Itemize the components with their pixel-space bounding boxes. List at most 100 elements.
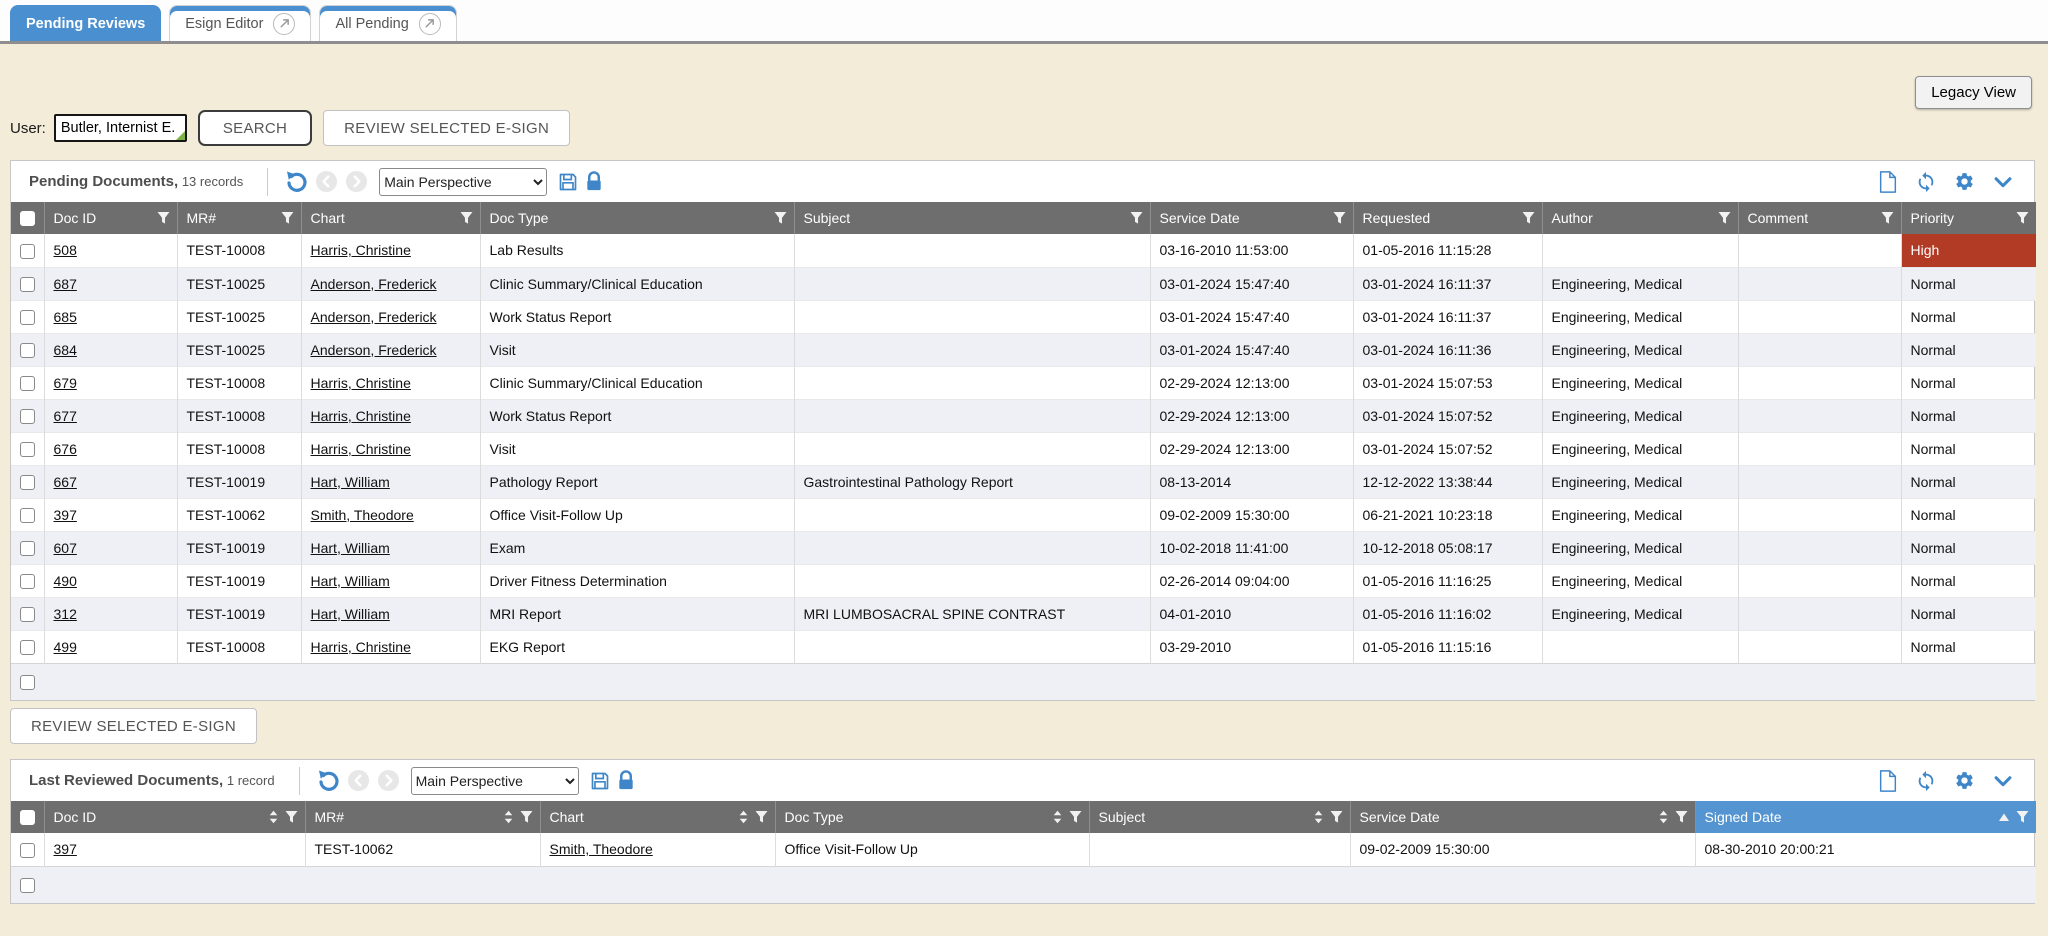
row-checkbox[interactable] <box>20 376 35 391</box>
sort-icon[interactable] <box>504 811 513 824</box>
chart-link[interactable]: Harris, Christine <box>311 639 411 655</box>
filter-icon[interactable] <box>1675 811 1688 824</box>
collapse-icon[interactable] <box>1992 171 2014 193</box>
chart-link[interactable]: Hart, William <box>311 540 390 556</box>
row-checkbox[interactable] <box>20 574 35 589</box>
search-button[interactable]: SEARCH <box>198 110 312 146</box>
sort-icon[interactable] <box>1053 811 1062 824</box>
filter-icon[interactable] <box>1330 811 1343 824</box>
prev-page-icon[interactable] <box>347 769 370 792</box>
sort-asc-icon[interactable] <box>1999 813 2009 821</box>
next-page-icon[interactable] <box>377 769 400 792</box>
filter-icon[interactable] <box>1718 212 1731 225</box>
doc_id-link[interactable]: 397 <box>54 841 77 857</box>
perspective-select[interactable]: Main Perspective <box>411 767 579 795</box>
filter-icon[interactable] <box>774 212 787 225</box>
doc_id-link[interactable]: 499 <box>54 639 77 655</box>
row-checkbox[interactable] <box>20 244 35 259</box>
gear-icon[interactable] <box>1954 770 1975 792</box>
filter-icon[interactable] <box>1130 212 1143 225</box>
doc_id-link[interactable]: 312 <box>54 606 77 622</box>
user-input[interactable] <box>54 114 187 142</box>
doc_id-link[interactable]: 685 <box>54 309 77 325</box>
doc_id-link[interactable]: 687 <box>54 276 77 292</box>
doc_id-link[interactable]: 508 <box>54 242 77 258</box>
filter-icon[interactable] <box>2016 811 2029 824</box>
row-checkbox[interactable] <box>20 343 35 358</box>
column-header-mr[interactable]: MR# <box>305 801 540 833</box>
select-all-checkbox[interactable] <box>20 810 35 825</box>
tab-all-pending[interactable]: All Pending <box>319 5 456 41</box>
filter-icon[interactable] <box>755 811 768 824</box>
column-header-chart[interactable]: Chart <box>540 801 775 833</box>
legacy-view-button[interactable]: Legacy View <box>1915 76 2032 109</box>
column-header-doc_type[interactable]: Doc Type <box>775 801 1089 833</box>
chart-link[interactable]: Anderson, Frederick <box>311 276 437 292</box>
column-header-subject[interactable]: Subject <box>1089 801 1350 833</box>
filter-icon[interactable] <box>2016 212 2029 225</box>
sort-icon[interactable] <box>269 811 278 824</box>
row-checkbox[interactable] <box>20 442 35 457</box>
open-in-new-icon[interactable] <box>419 13 441 35</box>
filter-icon[interactable] <box>460 212 473 225</box>
doc_id-link[interactable]: 490 <box>54 573 77 589</box>
review-selected-esign-button-top[interactable]: REVIEW SELECTED E-SIGN <box>323 110 570 146</box>
filter-icon[interactable] <box>281 212 294 225</box>
chart-link[interactable]: Smith, Theodore <box>550 841 653 857</box>
filter-icon[interactable] <box>157 212 170 225</box>
lock-icon[interactable] <box>617 770 635 791</box>
refresh-icon[interactable] <box>1915 171 1937 193</box>
save-icon[interactable] <box>590 771 610 791</box>
filter-icon[interactable] <box>1881 212 1894 225</box>
tab-esign-editor[interactable]: Esign Editor <box>169 5 311 41</box>
new-document-icon[interactable] <box>1878 770 1898 792</box>
row-checkbox[interactable] <box>20 310 35 325</box>
undo-icon[interactable] <box>316 769 340 793</box>
chart-link[interactable]: Harris, Christine <box>311 375 411 391</box>
chart-link[interactable]: Hart, William <box>311 474 390 490</box>
row-checkbox[interactable] <box>20 640 35 655</box>
row-checkbox[interactable] <box>20 409 35 424</box>
row-checkbox[interactable] <box>20 675 35 690</box>
prev-page-icon[interactable] <box>315 170 338 193</box>
sort-icon[interactable] <box>1314 811 1323 824</box>
save-icon[interactable] <box>558 172 578 192</box>
chart-link[interactable]: Hart, William <box>311 606 390 622</box>
tab-pending-reviews[interactable]: Pending Reviews <box>10 5 161 41</box>
refresh-icon[interactable] <box>1915 770 1937 792</box>
doc_id-link[interactable]: 679 <box>54 375 77 391</box>
doc_id-link[interactable]: 677 <box>54 408 77 424</box>
row-checkbox[interactable] <box>20 878 35 893</box>
chart-link[interactable]: Anderson, Frederick <box>311 309 437 325</box>
filter-icon[interactable] <box>1333 212 1346 225</box>
row-checkbox[interactable] <box>20 277 35 292</box>
row-checkbox[interactable] <box>20 508 35 523</box>
chart-link[interactable]: Harris, Christine <box>311 242 411 258</box>
doc_id-link[interactable]: 607 <box>54 540 77 556</box>
filter-icon[interactable] <box>520 811 533 824</box>
doc_id-link[interactable]: 667 <box>54 474 77 490</box>
column-header-doc_id[interactable]: Doc ID <box>44 801 305 833</box>
lock-icon[interactable] <box>585 171 603 192</box>
review-selected-esign-button-bottom[interactable]: REVIEW SELECTED E-SIGN <box>10 708 257 744</box>
undo-icon[interactable] <box>284 170 308 194</box>
chart-link[interactable]: Harris, Christine <box>311 408 411 424</box>
next-page-icon[interactable] <box>345 170 368 193</box>
row-checkbox[interactable] <box>20 843 35 858</box>
column-header-service_date[interactable]: Service Date <box>1350 801 1695 833</box>
chart-link[interactable]: Smith, Theodore <box>311 507 414 523</box>
select-all-checkbox[interactable] <box>20 211 35 226</box>
collapse-icon[interactable] <box>1992 770 2014 792</box>
chart-link[interactable]: Hart, William <box>311 573 390 589</box>
gear-icon[interactable] <box>1954 171 1975 193</box>
open-in-new-icon[interactable] <box>273 13 295 35</box>
doc_id-link[interactable]: 684 <box>54 342 77 358</box>
row-checkbox[interactable] <box>20 541 35 556</box>
column-header-signed_date[interactable]: Signed Date <box>1695 801 2036 833</box>
doc_id-link[interactable]: 397 <box>54 507 77 523</box>
filter-icon[interactable] <box>1522 212 1535 225</box>
doc_id-link[interactable]: 676 <box>54 441 77 457</box>
row-checkbox[interactable] <box>20 607 35 622</box>
row-checkbox[interactable] <box>20 475 35 490</box>
perspective-select[interactable]: Main Perspective <box>379 168 547 196</box>
